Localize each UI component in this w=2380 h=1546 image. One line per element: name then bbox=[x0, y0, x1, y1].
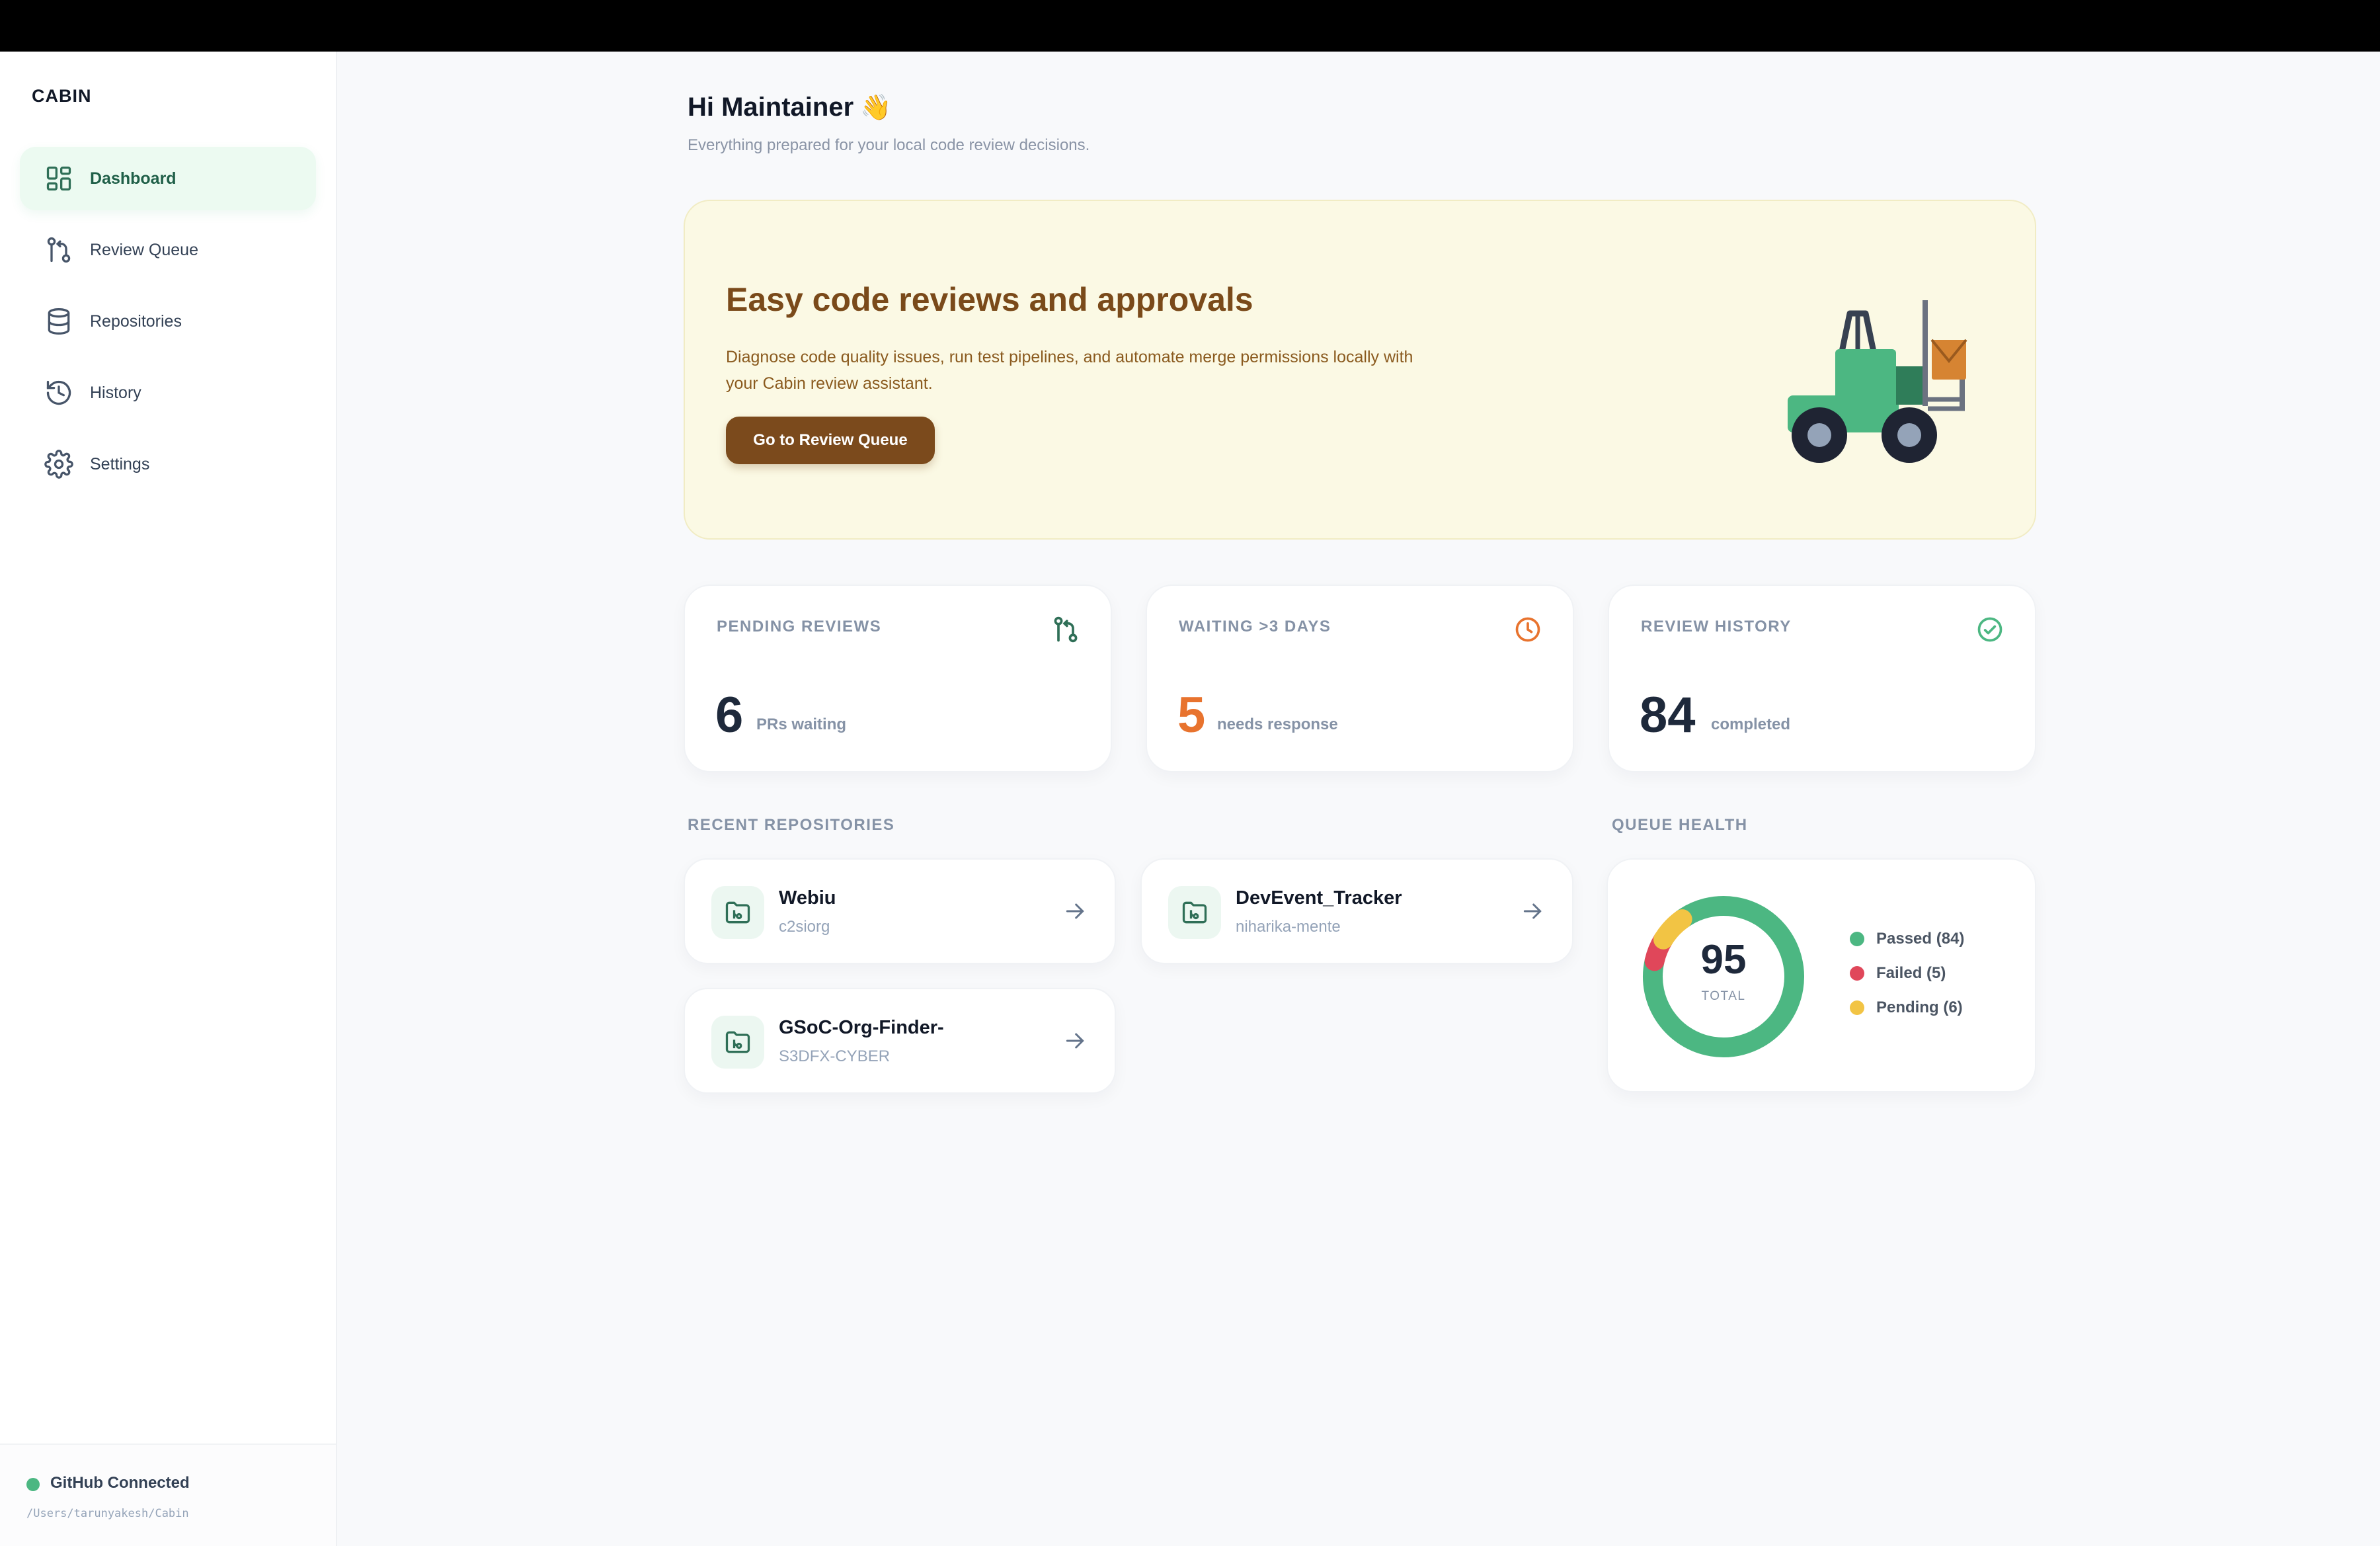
queue-health-card: 95 TOTAL Passed (84) Failed (5) Pending … bbox=[1606, 858, 2036, 1092]
hero-description: Diagnose code quality issues, run test p… bbox=[726, 348, 1413, 393]
gear-icon bbox=[42, 448, 75, 481]
folder-git-icon bbox=[1168, 886, 1221, 939]
database-icon bbox=[42, 305, 75, 338]
sidebar-item-label: History bbox=[90, 383, 141, 402]
window-top-bar bbox=[0, 0, 2380, 52]
stat-unit: needs response bbox=[1217, 715, 1338, 733]
arrow-right-icon bbox=[1523, 903, 1542, 919]
greeting-text: Hi Maintainer bbox=[688, 93, 854, 122]
legend-dot bbox=[1850, 1000, 1864, 1015]
github-status-label: GitHub Connected bbox=[50, 1474, 190, 1492]
waving-hand-icon: 👋 bbox=[860, 93, 892, 122]
brand-logo: CABIN bbox=[32, 86, 92, 106]
queue-health-heading: QUEUE HEALTH bbox=[1612, 816, 1748, 834]
repo-owner: c2siorg bbox=[779, 918, 830, 936]
recent-repositories-heading: RECENT REPOSITORIES bbox=[688, 816, 895, 834]
arrow-right-icon bbox=[1066, 903, 1084, 919]
clock-icon bbox=[1515, 617, 1540, 642]
stat-label: REVIEW HISTORY bbox=[1641, 618, 1792, 635]
sidebar: CABIN Dashboard Review Queue Repositorie… bbox=[0, 52, 337, 1546]
legend-label: Passed (84) bbox=[1876, 930, 1965, 948]
hero-title: Easy code reviews and approvals bbox=[726, 281, 1253, 318]
stat-value: 5 bbox=[1177, 687, 1206, 743]
legend-dot bbox=[1850, 932, 1864, 946]
arrow-right-icon bbox=[1066, 1033, 1084, 1049]
page-subtitle: Everything prepared for your local code … bbox=[688, 136, 1090, 154]
forklift-illustration bbox=[1788, 300, 1967, 463]
hero-banner: Easy code reviews and approvals Diagnose… bbox=[684, 200, 2036, 540]
legend-label: Failed (5) bbox=[1876, 964, 1946, 982]
repo-name: DevEvent_Tracker bbox=[1236, 887, 1402, 909]
stat-value: 84 bbox=[1640, 687, 1696, 743]
legend-item-pending: Pending (6) bbox=[1850, 998, 1963, 1017]
folder-git-icon bbox=[711, 1016, 764, 1069]
go-to-review-queue-button[interactable]: Go to Review Queue bbox=[726, 417, 935, 464]
legend-dot bbox=[1850, 966, 1864, 981]
sidebar-item-review-queue[interactable]: Review Queue bbox=[20, 218, 316, 282]
repo-name: GSoC-Org-Finder- bbox=[779, 1017, 944, 1038]
stat-card-pending-reviews: PENDING REVIEWS 6 PRs waiting bbox=[684, 585, 1112, 772]
git-pull-request-icon bbox=[42, 233, 75, 266]
repo-name: Webiu bbox=[779, 887, 836, 909]
sidebar-item-history[interactable]: History bbox=[20, 361, 316, 425]
repo-owner: niharika-mente bbox=[1236, 918, 1341, 936]
sidebar-item-settings[interactable]: Settings bbox=[20, 432, 316, 496]
stat-label: PENDING REVIEWS bbox=[717, 618, 882, 635]
stat-value: 6 bbox=[715, 687, 744, 743]
repo-card-webiu[interactable]: Webiu c2siorg bbox=[684, 858, 1116, 964]
sidebar-item-label: Review Queue bbox=[90, 240, 198, 259]
sidebar-footer: GitHub Connected /Users/tarunyakesh/Cabi… bbox=[0, 1444, 336, 1546]
stat-label: WAITING >3 DAYS bbox=[1179, 618, 1331, 635]
stat-unit: PRs waiting bbox=[756, 715, 847, 733]
sidebar-item-label: Settings bbox=[90, 454, 150, 473]
repo-card-gsoc-org-finder[interactable]: GSoC-Org-Finder- S3DFX-CYBER bbox=[684, 988, 1116, 1094]
folder-git-icon bbox=[711, 886, 764, 939]
sidebar-item-dashboard[interactable]: Dashboard bbox=[20, 147, 316, 210]
repo-card-devevent-tracker[interactable]: DevEvent_Tracker niharika-mente bbox=[1140, 858, 1573, 964]
stat-unit: completed bbox=[1711, 715, 1791, 733]
connection-status-dot bbox=[26, 1478, 40, 1491]
legend-item-failed: Failed (5) bbox=[1850, 964, 1946, 983]
dashboard-icon bbox=[42, 162, 75, 195]
history-icon bbox=[42, 376, 75, 409]
legend-item-passed: Passed (84) bbox=[1850, 930, 1964, 948]
sidebar-item-repositories[interactable]: Repositories bbox=[20, 290, 316, 353]
stat-card-waiting: WAITING >3 DAYS 5 needs response bbox=[1146, 585, 1574, 772]
check-circle-icon bbox=[1977, 617, 2003, 642]
stat-card-review-history: REVIEW HISTORY 84 completed bbox=[1608, 585, 2036, 772]
donut-total-caption: TOTAL bbox=[1701, 989, 1746, 1003]
sidebar-item-label: Repositories bbox=[90, 311, 182, 331]
donut-total-value: 95 bbox=[1700, 937, 1747, 983]
sidebar-item-label: Dashboard bbox=[90, 169, 177, 188]
git-pull-request-icon bbox=[1054, 616, 1078, 643]
legend-label: Pending (6) bbox=[1876, 998, 1963, 1016]
repo-owner: S3DFX-CYBER bbox=[779, 1047, 891, 1065]
workspace-path: /Users/tarunyakesh/Cabin bbox=[26, 1507, 189, 1520]
page-title: Hi Maintainer 👋 bbox=[688, 93, 891, 122]
